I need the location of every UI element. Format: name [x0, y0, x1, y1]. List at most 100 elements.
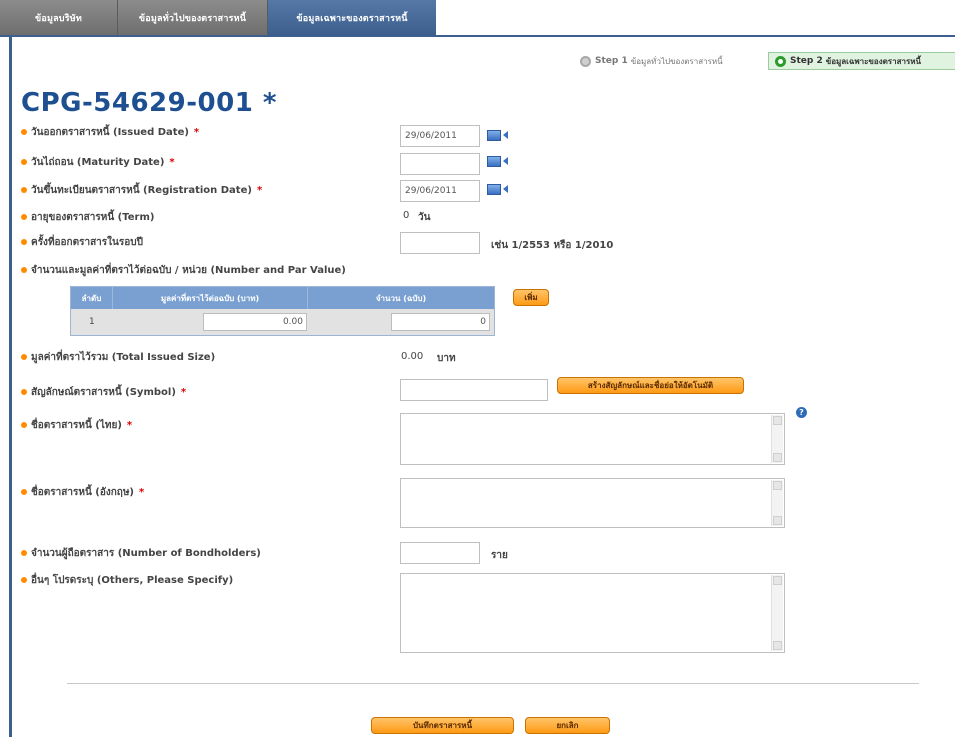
issue-no-hint: เช่น 1/2553 หรือ 1/2010 [491, 240, 614, 251]
scroll-up-icon[interactable] [773, 481, 782, 490]
step-2-label: ข้อมูลเฉพาะของตราสารหนี้ [825, 56, 922, 66]
required-mark: * [193, 126, 200, 138]
total-size-label: มูลค่าที่ตราไว้รวม (Total Issued Size) [31, 351, 216, 363]
bullet-icon [21, 354, 27, 360]
left-border [9, 37, 12, 737]
row-number: 1 [89, 317, 95, 327]
name-th-label-row: ชื่อตราสารหนี้ (ไทย) * [21, 417, 132, 433]
tab-company-info[interactable]: ข้อมูลบริษัท [0, 0, 118, 35]
help-icon[interactable]: ? [796, 407, 807, 418]
others-label-row: อื่นๆ โปรดระบุ (Others, Please Specify) [21, 572, 233, 588]
name-en-label: ชื่อตราสารหนี้ (อังกฤษ) [31, 486, 135, 498]
number-par-label: จำนวนและมูลค่าที่ตราไว้ต่อฉบับ / หน่วย (… [31, 264, 346, 276]
step-2-number: Step 2 [790, 56, 823, 66]
calendar-icon[interactable] [487, 130, 501, 141]
save-bond-button[interactable]: บันทึกตราสารหนี้ [371, 717, 514, 734]
term-label-row: อายุของตราสารหนี้ (Term) [21, 209, 154, 225]
others-textarea[interactable] [400, 573, 785, 653]
maturity-date-label-row: วันไถ่ถอน (Maturity Date) * [21, 154, 175, 170]
issued-date-label: วันออกตราสารหนี้ (Issued Date) [31, 126, 189, 138]
bullet-icon [21, 550, 27, 556]
tab-specific-bond-info[interactable]: ข้อมูลเฉพาะของตราสารหนี้ [268, 0, 436, 35]
scroll-down-icon[interactable] [773, 453, 782, 462]
table-header-count: จำนวน (ฉบับ) [308, 287, 494, 309]
bondholders-unit: ราย [491, 550, 508, 561]
term-label: อายุของตราสารหนี้ (Term) [31, 211, 155, 223]
step-indicator: Step 1 ข้อมูลทั่วไปของตราสารหนี้ Step 2 … [580, 52, 955, 70]
page-title: CPG-54629-001 * [21, 88, 277, 118]
registration-date-label-row: วันขึ้นทะเบียนตราสารหนี้ (Registration D… [21, 182, 262, 198]
required-mark: * [126, 419, 133, 431]
bullet-icon [21, 422, 27, 428]
maturity-date-label: วันไถ่ถอน (Maturity Date) [31, 156, 165, 168]
step-2[interactable]: Step 2 ข้อมูลเฉพาะของตราสารหนี้ [768, 52, 955, 70]
divider [67, 683, 919, 684]
bullet-icon [21, 214, 27, 220]
bullet-icon [21, 239, 27, 245]
tab-general-bond-info[interactable]: ข้อมูลทั่วไปของตราสารหนี้ [118, 0, 268, 35]
bullet-icon [21, 187, 27, 193]
step-1[interactable]: Step 1 ข้อมูลทั่วไปของตราสารหนี้ [580, 52, 723, 70]
name-th-textarea[interactable] [400, 413, 785, 465]
others-label: อื่นๆ โปรดระบุ (Others, Please Specify) [31, 574, 234, 586]
tab-bar: ข้อมูลบริษัท ข้อมูลทั่วไปของตราสารหนี้ ข… [0, 0, 955, 37]
term-unit: วัน [418, 212, 431, 223]
count-input[interactable]: 0 [391, 313, 490, 331]
bullet-icon [21, 129, 27, 135]
bondholders-label-row: จำนวนผู้ถือตราสาร (Number of Bondholders… [21, 545, 261, 561]
bullet-icon [21, 267, 27, 273]
par-value-input[interactable]: 0.00 [203, 313, 307, 331]
total-size-label-row: มูลค่าที่ตราไว้รวม (Total Issued Size) [21, 349, 215, 365]
issue-no-input[interactable] [400, 232, 480, 254]
step-1-number: Step 1 [595, 56, 628, 66]
step-1-radio-icon [580, 55, 591, 67]
required-mark: * [180, 386, 187, 398]
symbol-label-row: สัญลักษณ์ตราสารหนี้ (Symbol) * [21, 384, 186, 400]
total-size-value: 0.00 [401, 351, 424, 362]
table-header-par: มูลค่าที่ตราไว้ต่อฉบับ (บาท) [113, 287, 308, 309]
cancel-button[interactable]: ยกเลิก [525, 717, 610, 734]
tab-bar-underline [0, 35, 955, 37]
registration-date-input[interactable]: 29/06/2011 [400, 180, 480, 202]
scrollbar[interactable] [771, 415, 783, 463]
scroll-down-icon[interactable] [773, 641, 782, 650]
bullet-icon [21, 389, 27, 395]
symbol-input[interactable] [400, 379, 548, 401]
issued-date-input[interactable]: 29/06/2011 [400, 125, 480, 147]
scroll-up-icon[interactable] [773, 576, 782, 585]
bullet-icon [21, 577, 27, 583]
total-size-unit: บาท [437, 353, 456, 364]
issued-date-label-row: วันออกตราสารหนี้ (Issued Date) * [21, 124, 199, 140]
scrollbar[interactable] [771, 480, 783, 526]
issue-no-label-row: ครั้งที่ออกตราสารในรอบปี [21, 234, 143, 250]
bondholders-label: จำนวนผู้ถือตราสาร (Number of Bondholders… [31, 547, 261, 559]
scroll-down-icon[interactable] [773, 516, 782, 525]
add-row-button[interactable]: เพิ่ม [513, 289, 549, 306]
bullet-icon [21, 159, 27, 165]
symbol-label: สัญลักษณ์ตราสารหนี้ (Symbol) [31, 386, 176, 398]
table-header-no: ลำดับ [71, 287, 113, 309]
name-en-textarea[interactable] [400, 478, 785, 528]
calendar-icon[interactable] [487, 156, 501, 167]
par-value-table: ลำดับ มูลค่าที่ตราไว้ต่อฉบับ (บาท) จำนวน… [70, 286, 495, 336]
term-value: 0 [403, 210, 410, 221]
step-2-radio-icon [775, 55, 786, 67]
registration-date-label: วันขึ้นทะเบียนตราสารหนี้ (Registration D… [31, 184, 252, 196]
arrow-left-icon [503, 185, 508, 193]
name-th-label: ชื่อตราสารหนี้ (ไทย) [31, 419, 122, 431]
arrow-left-icon [503, 131, 508, 139]
auto-generate-symbol-button[interactable]: สร้างสัญลักษณ์และชื่อย่อให้อัตโนมัติ [557, 377, 744, 394]
issue-no-label: ครั้งที่ออกตราสารในรอบปี [31, 236, 143, 248]
scrollbar[interactable] [771, 575, 783, 651]
calendar-icon[interactable] [487, 184, 501, 195]
number-par-label-row: จำนวนและมูลค่าที่ตราไว้ต่อฉบับ / หน่วย (… [21, 262, 346, 278]
required-mark: * [169, 156, 175, 168]
maturity-date-input[interactable] [400, 153, 480, 175]
bondholders-input[interactable] [400, 542, 480, 564]
table-row: 1 0.00 0 [71, 309, 494, 335]
required-mark: * [139, 486, 145, 498]
scroll-up-icon[interactable] [773, 416, 782, 425]
required-mark: * [256, 184, 263, 196]
step-1-label: ข้อมูลทั่วไปของตราสารหนี้ [630, 56, 723, 66]
bullet-icon [21, 489, 27, 495]
